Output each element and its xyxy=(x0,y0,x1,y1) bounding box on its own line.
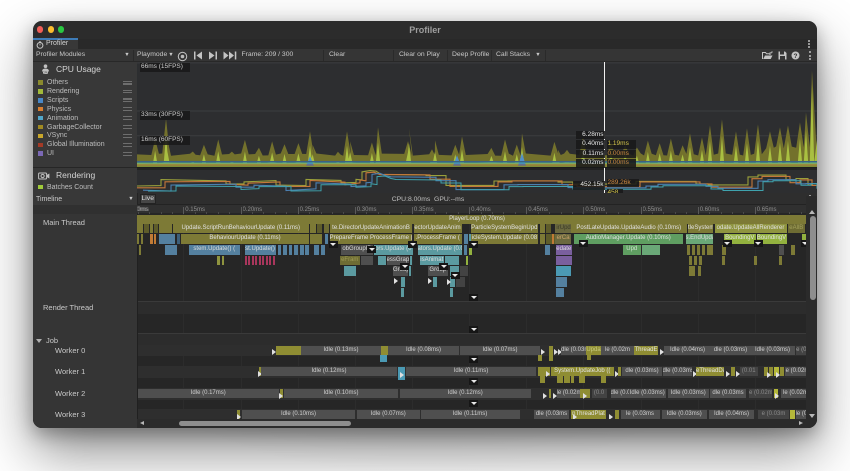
svg-text:CPU: CPU xyxy=(43,71,49,74)
svg-text:?: ? xyxy=(793,53,797,60)
